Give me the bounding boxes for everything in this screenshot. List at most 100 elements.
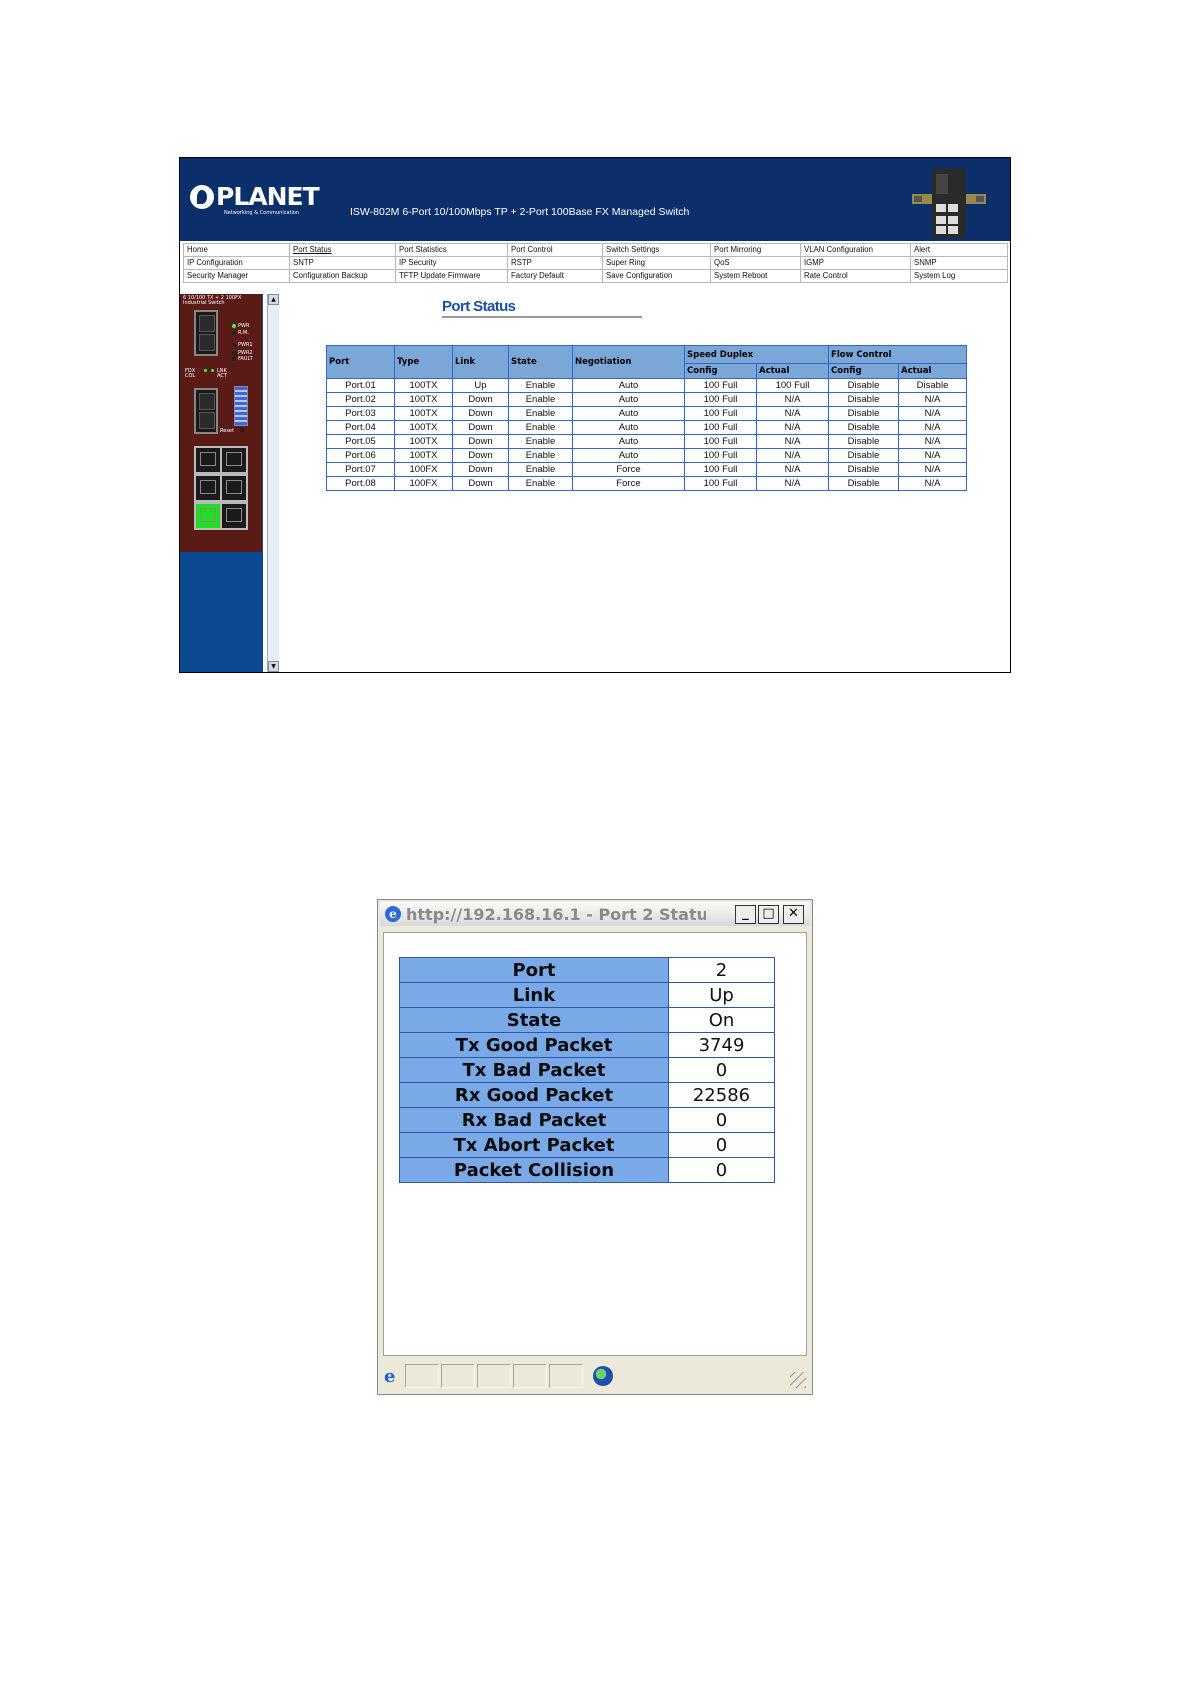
dip-switch xyxy=(234,386,248,426)
menu-item-qos[interactable]: QoS xyxy=(710,256,801,270)
reset-button[interactable] xyxy=(240,428,244,432)
cell-speed-actual: 100 Full xyxy=(755,378,830,393)
cell-port[interactable]: Port.02 xyxy=(326,392,395,407)
menu-item-switch-settings[interactable]: Switch Settings xyxy=(602,243,711,257)
menu-item-home[interactable]: Home xyxy=(183,243,290,257)
cell-port[interactable]: Port.08 xyxy=(326,476,395,491)
cell-flow-actual: N/A xyxy=(898,434,968,449)
cell-port[interactable]: Port.05 xyxy=(326,434,395,449)
table-row: Port.04 100TX Down Enable Auto 100 Full N/A Dis… xyxy=(326,420,968,435)
table-row: Port.02 100TX Down Enable Auto 100 Full N/A Dis… xyxy=(326,392,968,407)
cell-type: 100FX xyxy=(394,462,453,477)
cell-flow-config: Disable xyxy=(828,462,900,477)
main-menu: Home Port Status Port Statistics Port Co… xyxy=(183,243,1008,283)
menu-item-alert[interactable]: Alert xyxy=(910,243,1008,257)
ethernet-port-1[interactable] xyxy=(194,502,222,530)
menu-item-snmp[interactable]: SNMP xyxy=(910,256,1008,270)
cell-speed-actual: N/A xyxy=(755,476,830,491)
menu-item-port-control[interactable]: Port Control xyxy=(507,243,603,257)
menu-item-tftp-update-firmware[interactable]: TFTP Update Firmware xyxy=(395,269,508,283)
cell-port[interactable]: Port.06 xyxy=(326,448,395,463)
stat-label: Port xyxy=(399,957,669,983)
device-front-panel: 6 10/100 TX + 2 100FX Industrial Switch … xyxy=(180,294,262,552)
status-pane xyxy=(549,1364,583,1388)
scroll-up-arrow-icon[interactable]: ▲ xyxy=(268,294,279,305)
cell-port[interactable]: Port.04 xyxy=(326,420,395,435)
menu-item-sntp[interactable]: SNTP xyxy=(289,256,396,270)
stat-value: Up xyxy=(668,982,775,1008)
menu-item-super-ring[interactable]: Super Ring xyxy=(602,256,711,270)
menu-item-system-log[interactable]: System Log xyxy=(910,269,1008,283)
cell-type: 100TX xyxy=(394,448,453,463)
window-titlebar[interactable]: e http://192.168.16.1 - Port 2 Status ..… xyxy=(380,902,810,926)
cell-negotiation: Auto xyxy=(572,378,685,393)
ethernet-port-2[interactable] xyxy=(220,502,248,530)
cell-state: Enable xyxy=(508,476,573,491)
cell-state: Enable xyxy=(508,406,573,421)
cell-port[interactable]: Port.01 xyxy=(326,378,395,393)
fiber-port-8[interactable] xyxy=(194,310,218,356)
col-header-port: Port xyxy=(326,345,395,379)
menu-row: IP Configuration SNTP IP Security RSTP S… xyxy=(183,256,1008,270)
menu-item-port-statistics[interactable]: Port Statistics xyxy=(395,243,508,257)
menu-item-security-manager[interactable]: Security Manager xyxy=(183,269,290,283)
menu-item-igmp[interactable]: IGMP xyxy=(800,256,911,270)
table-row: Port.06 100TX Down Enable Auto 100 Full N/A Dis… xyxy=(326,448,968,463)
menu-item-ip-configuration[interactable]: IP Configuration xyxy=(183,256,290,270)
stat-value: On xyxy=(668,1007,775,1033)
menu-item-ip-security[interactable]: IP Security xyxy=(395,256,508,270)
stat-label: Tx Abort Packet xyxy=(399,1132,669,1158)
menu-item-factory-default[interactable]: Factory Default xyxy=(507,269,603,283)
internet-globe-icon xyxy=(593,1366,613,1386)
col-header-type: Type xyxy=(394,345,453,379)
close-button[interactable]: ✕ xyxy=(783,905,804,924)
cell-port[interactable]: Port.03 xyxy=(326,406,395,421)
header-banner: PLANET Networking & Communication ISW-80… xyxy=(180,158,1010,241)
fiber-port-7[interactable] xyxy=(194,388,218,434)
menu-item-port-mirroring[interactable]: Port Mirroring xyxy=(710,243,801,257)
ethernet-port-3[interactable] xyxy=(194,474,222,502)
col-header-flow-actual: Actual xyxy=(898,363,968,379)
pwr1-led xyxy=(232,343,236,347)
switch-device-icon xyxy=(912,168,986,238)
ethernet-port-5[interactable] xyxy=(194,446,222,474)
status-bar: e xyxy=(381,1361,809,1391)
popup-content: Port 2 Link Up State On Tx Good Packet 3749 Tx B… xyxy=(383,932,807,1356)
resize-grip-icon[interactable] xyxy=(790,1372,806,1388)
cell-flow-config: Disable xyxy=(828,406,900,421)
table-row: Port.07 100FX Down Enable Force 100 Full N/A Di… xyxy=(326,462,968,477)
cell-link: Down xyxy=(452,434,509,449)
minimize-button[interactable]: _ xyxy=(735,905,756,924)
stat-row: Tx Good Packet 3749 xyxy=(399,1032,775,1058)
ie-page-icon: e xyxy=(384,1366,396,1387)
ethernet-port-4[interactable] xyxy=(220,474,248,502)
status-led xyxy=(204,369,207,372)
cell-port[interactable]: Port.07 xyxy=(326,462,395,477)
cell-type: 100TX xyxy=(394,378,453,393)
ethernet-port-6[interactable] xyxy=(220,446,248,474)
cell-type: 100TX xyxy=(394,434,453,449)
menu-item-save-configuration[interactable]: Save Configuration xyxy=(602,269,711,283)
cell-type: 100TX xyxy=(394,406,453,421)
stat-label: Rx Good Packet xyxy=(399,1082,669,1108)
menu-item-rstp[interactable]: RSTP xyxy=(507,256,603,270)
menu-item-configuration-backup[interactable]: Configuration Backup xyxy=(289,269,396,283)
menu-item-system-reboot[interactable]: System Reboot xyxy=(710,269,801,283)
status-led xyxy=(211,369,214,372)
cell-speed-config: 100 Full xyxy=(684,406,757,421)
stat-row: Packet Collision 0 xyxy=(399,1157,775,1183)
cell-flow-actual: N/A xyxy=(898,420,968,435)
menu-item-rate-control[interactable]: Rate Control xyxy=(800,269,911,283)
sidebar-scrollbar[interactable]: ▲ ▼ xyxy=(267,294,279,672)
cell-speed-actual: N/A xyxy=(755,462,830,477)
stat-value: 0 xyxy=(668,1132,775,1158)
cell-speed-config: 100 Full xyxy=(684,420,757,435)
menu-item-port-status[interactable]: Port Status xyxy=(289,243,396,257)
scroll-down-arrow-icon[interactable]: ▼ xyxy=(268,661,279,672)
cell-flow-config: Disable xyxy=(828,434,900,449)
menu-item-vlan-configuration[interactable]: VLAN Configuration xyxy=(800,243,911,257)
maximize-button[interactable]: □ xyxy=(758,905,779,924)
stat-value: 0 xyxy=(668,1057,775,1083)
cell-negotiation: Auto xyxy=(572,434,685,449)
stat-label: Packet Collision xyxy=(399,1157,669,1183)
